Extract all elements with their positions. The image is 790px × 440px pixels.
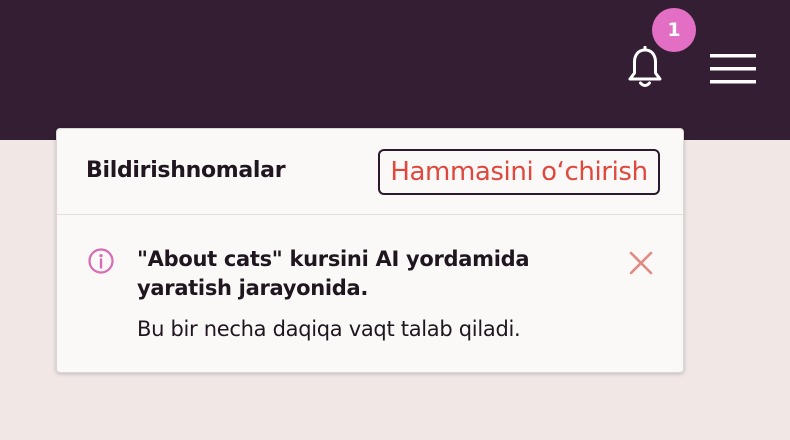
notification-item: "About cats" kursini AI yordamida yarati… xyxy=(57,215,683,373)
notifications-dropdown-panel: Bildirishnomalar Hammasini o‘chirish "Ab… xyxy=(56,128,684,373)
hamburger-menu-icon xyxy=(710,54,756,84)
top-navigation-bar: 1 xyxy=(0,0,790,140)
notification-title: "About cats" kursini AI yordamida yarati… xyxy=(137,247,530,300)
notifications-bell-button[interactable] xyxy=(622,44,668,92)
bell-icon xyxy=(628,46,662,87)
clear-all-notifications-button[interactable]: Hammasini o‘chirish xyxy=(378,149,660,195)
info-icon xyxy=(88,248,114,274)
notifications-panel-header: Bildirishnomalar Hammasini o‘chirish xyxy=(57,129,683,215)
hamburger-menu-button[interactable] xyxy=(706,48,760,90)
notification-count-badge: 1 xyxy=(652,8,696,52)
notifications-panel-title: Bildirishnomalar xyxy=(86,158,286,183)
dismiss-notification-button[interactable] xyxy=(625,247,657,279)
notification-message: Bu bir necha daqiqa vaqt talab qiladi. xyxy=(137,317,521,341)
close-icon xyxy=(629,251,653,275)
